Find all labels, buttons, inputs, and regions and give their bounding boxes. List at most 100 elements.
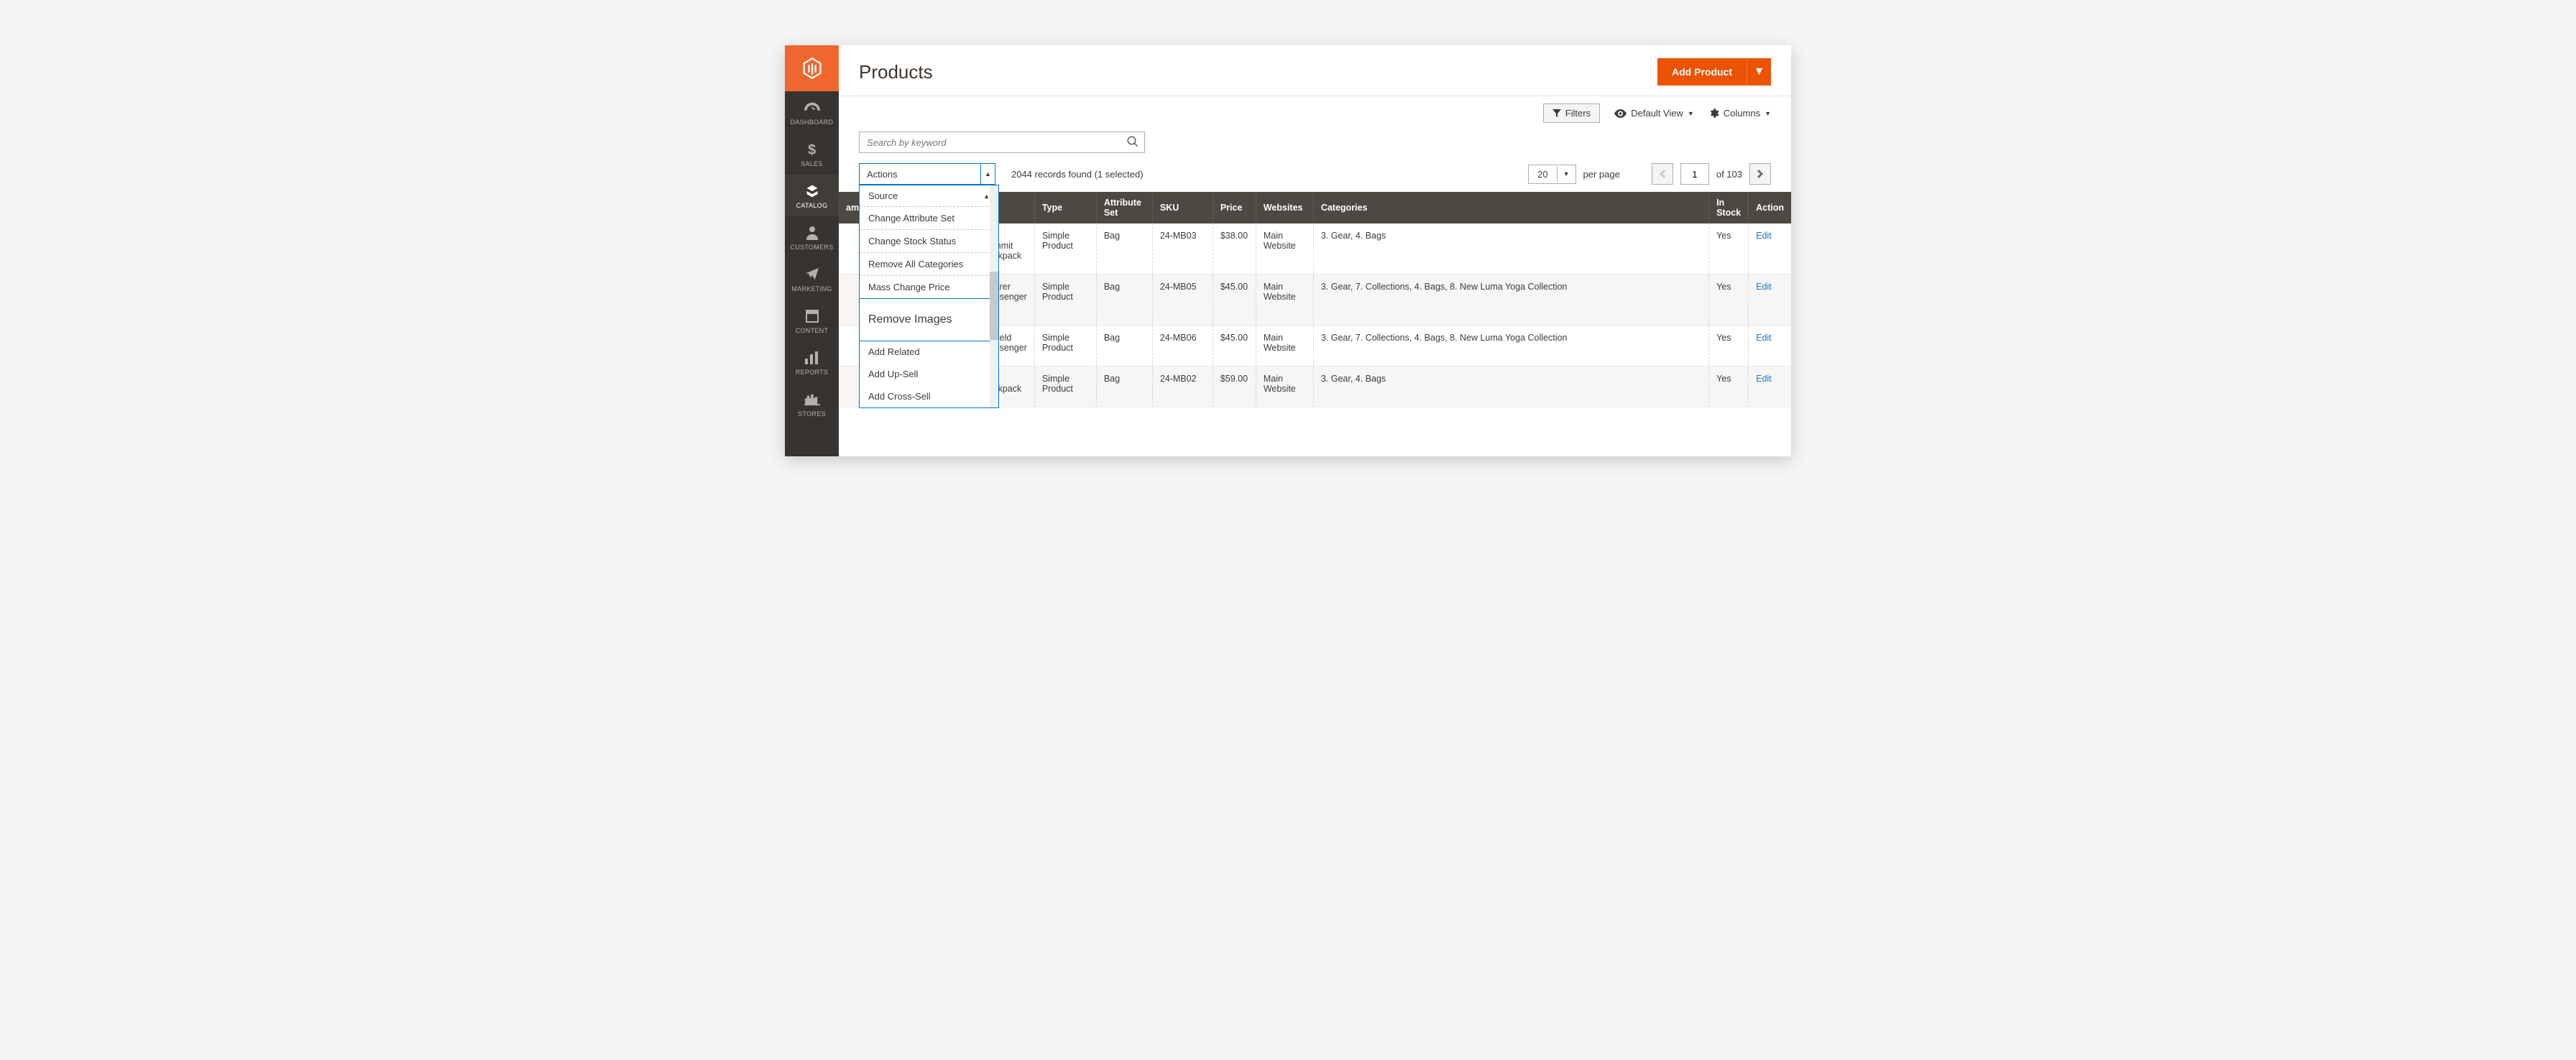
columns-button[interactable]: Columns ▼ [1708, 108, 1771, 119]
actions-item[interactable]: Add Up-Sell [860, 363, 998, 385]
table-cell: $38.00 [1213, 223, 1256, 275]
search-icon[interactable] [1126, 135, 1139, 148]
caret-up-icon: ▲ [983, 193, 990, 200]
view-label: Default View [1631, 108, 1683, 119]
nav-label: REPORTS [796, 369, 828, 376]
table-cell: $45.00 [1213, 326, 1256, 367]
sidebar-item-sales[interactable]: $ SALES [785, 133, 839, 175]
table-cell: $45.00 [1213, 275, 1256, 326]
table-cell: Yes [1709, 275, 1749, 326]
svg-text:$: $ [808, 142, 816, 157]
actions-item-remove-images[interactable]: Remove Images [859, 298, 999, 341]
grid-toolbar: Filters Default View ▼ Columns ▼ [839, 96, 1791, 127]
table-cell: Yes [1709, 367, 1749, 407]
view-switcher[interactable]: Default View ▼ [1614, 108, 1694, 119]
nav-label: CATALOG [796, 202, 828, 209]
edit-link[interactable]: Edit [1756, 231, 1772, 241]
sidebar-item-marketing[interactable]: MARKETING [785, 258, 839, 300]
nav-label: SALES [801, 160, 823, 167]
action-cell: Edit [1749, 367, 1791, 407]
table-cell: 3. Gear, 4. Bags [1313, 367, 1708, 407]
actions-item[interactable]: Mass Change Price [860, 276, 998, 299]
actions-item[interactable]: Add Related [860, 341, 998, 363]
nav-icon [805, 350, 819, 366]
gear-icon [1708, 108, 1719, 119]
actions-dropdown-button[interactable]: Actions ▲ [859, 163, 995, 185]
action-cell: Edit [1749, 326, 1791, 367]
sidebar-item-customers[interactable]: CUSTOMERS [785, 216, 839, 258]
sidebar-item-stores[interactable]: STORES [785, 383, 839, 425]
table-cell: Yes [1709, 223, 1749, 275]
filters-label: Filters [1565, 108, 1591, 119]
add-product-label: Add Product [1657, 58, 1747, 86]
actions-item[interactable]: Add Cross-Sell [860, 385, 998, 407]
column-header[interactable]: Action [1749, 192, 1791, 223]
table-cell: 3. Gear, 4. Bags [1313, 223, 1708, 275]
chevron-left-icon [1660, 170, 1665, 178]
filters-button[interactable]: Filters [1543, 103, 1600, 123]
table-cell: 3. Gear, 7. Collections, 4. Bags, 8. New… [1313, 326, 1708, 367]
page-title: Products [859, 61, 933, 83]
actions-item[interactable]: Change Stock Status [860, 230, 998, 253]
sidebar-item-reports[interactable]: REPORTS [785, 341, 839, 383]
actions-item[interactable]: Remove All Categories [860, 253, 998, 276]
admin-sidebar: DASHBOARD $ SALES CATALOG CUSTOMERSMARKETING… [785, 45, 839, 456]
actions-group-label: Source [868, 190, 898, 201]
column-header[interactable]: Type [1034, 192, 1096, 223]
table-cell: 24-MB03 [1152, 223, 1213, 275]
table-cell: $59.00 [1213, 367, 1256, 407]
per-page-value: 20 [1529, 165, 1556, 183]
nav-icon: $ [807, 142, 817, 157]
table-cell: Bag [1096, 367, 1152, 407]
sidebar-item-dashboard[interactable]: DASHBOARD [785, 91, 839, 133]
actions-item[interactable]: Change Attribute Set [860, 207, 998, 230]
nav-label: CONTENT [796, 327, 829, 334]
table-cell: Bag [1096, 326, 1152, 367]
nav-icon [804, 267, 820, 282]
column-header[interactable]: In Stock [1709, 192, 1749, 223]
table-cell: Yes [1709, 326, 1749, 367]
search-input[interactable] [859, 132, 1145, 153]
app-window: DASHBOARD $ SALES CATALOG CUSTOMERSMARKETING… [785, 45, 1791, 456]
add-product-button[interactable]: Add Product ▼ [1657, 58, 1771, 86]
columns-label: Columns [1724, 108, 1760, 119]
caret-down-icon: ▼ [1688, 110, 1694, 117]
action-cell: Edit [1749, 275, 1791, 326]
edit-link[interactable]: Edit [1756, 282, 1772, 292]
edit-link[interactable]: Edit [1756, 333, 1772, 343]
column-header[interactable]: SKU [1152, 192, 1213, 223]
title-bar: Products Add Product ▼ [839, 45, 1791, 96]
column-header[interactable]: Price [1213, 192, 1256, 223]
actions-group-header[interactable]: Source ▲ [860, 185, 998, 207]
magento-logo[interactable] [785, 45, 839, 91]
per-page-select[interactable]: 20 ▼ [1528, 165, 1576, 184]
table-cell: Bag [1096, 223, 1152, 275]
magento-icon [802, 57, 822, 80]
content-area: Products Add Product ▼ Filters Default V… [839, 45, 1791, 456]
nav-label: DASHBOARD [791, 119, 834, 126]
page-number-input[interactable] [1680, 163, 1709, 185]
page-total-label: of 103 [1716, 169, 1742, 180]
nav-label: STORES [798, 410, 826, 418]
pagination: 20 ▼ per page of 103 [1528, 163, 1771, 185]
edit-link[interactable]: Edit [1756, 374, 1772, 384]
eye-icon [1614, 109, 1627, 118]
column-header[interactable]: Attribute Set [1096, 192, 1152, 223]
table-cell: Main Website [1256, 275, 1313, 326]
prev-page-button[interactable] [1652, 163, 1673, 185]
column-header[interactable]: Websites [1256, 192, 1313, 223]
next-page-button[interactable] [1749, 163, 1771, 185]
caret-down-icon: ▼ [1765, 110, 1771, 117]
caret-up-icon: ▲ [980, 164, 995, 184]
sidebar-item-catalog[interactable]: CATALOG [785, 175, 839, 216]
add-product-caret[interactable]: ▼ [1747, 58, 1771, 86]
table-cell: 24-MB02 [1152, 367, 1213, 407]
table-cell: 24-MB06 [1152, 326, 1213, 367]
nav-icon [804, 392, 820, 407]
nav-icon [805, 183, 819, 199]
column-header[interactable]: Categories [1313, 192, 1708, 223]
sidebar-item-content[interactable]: CONTENT [785, 300, 839, 341]
caret-down-icon: ▼ [1754, 65, 1765, 78]
dropdown-scroll-thumb[interactable] [990, 272, 998, 340]
nav-icon [804, 100, 820, 116]
